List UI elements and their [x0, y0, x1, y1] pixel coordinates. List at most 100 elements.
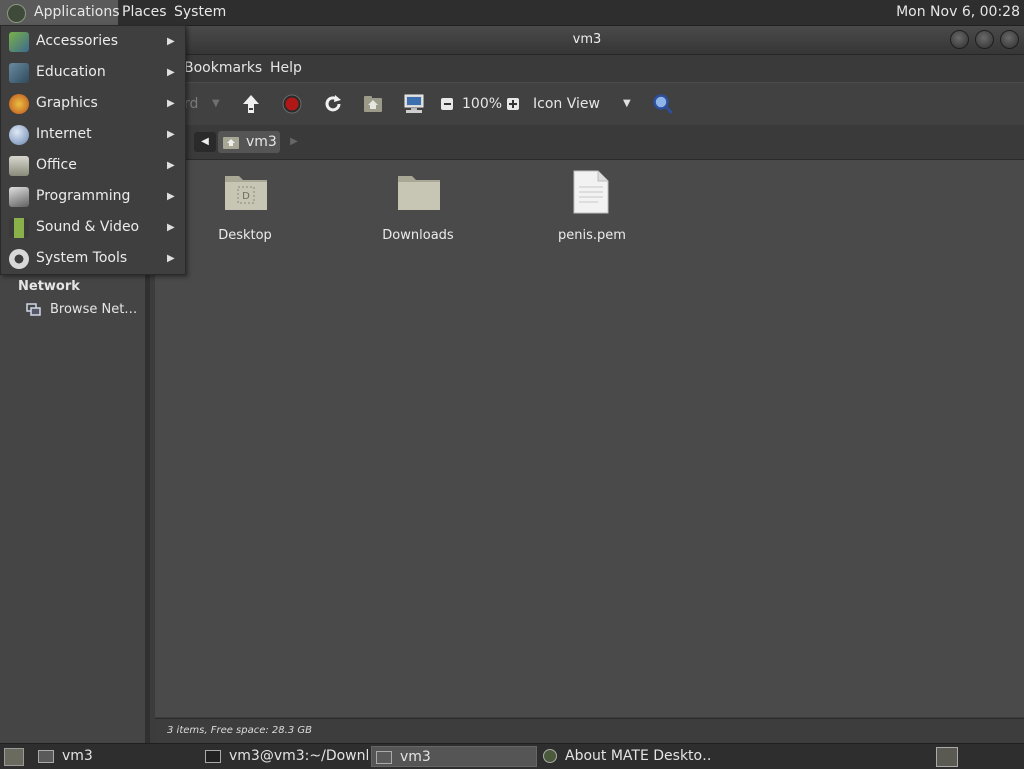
menu-item-programming[interactable]: Programming ▶: [1, 181, 185, 212]
mate-logo-icon: [7, 4, 26, 23]
chevron-left-icon: ◀: [201, 136, 209, 147]
system-tools-icon: [9, 249, 29, 269]
minimize-button[interactable]: [950, 30, 969, 49]
forward-button-label[interactable]: rd: [184, 83, 198, 125]
location-forward-button[interactable]: ▶: [287, 132, 301, 152]
computer-icon: [404, 94, 424, 113]
window-title: vm3: [572, 32, 602, 47]
up-button[interactable]: [238, 83, 264, 125]
clock[interactable]: Mon Nov 6, 00:28: [896, 0, 1020, 25]
computer-button[interactable]: [400, 83, 428, 125]
task-label: vm3@vm3:~/Downl…: [229, 748, 368, 764]
submenu-arrow-icon: ▶: [167, 98, 175, 109]
file-item-downloads[interactable]: Downloads: [358, 170, 478, 260]
submenu-arrow-icon: ▶: [167, 67, 175, 78]
sidebar-item-label: Browse Net…: [50, 302, 138, 317]
home-button[interactable]: [360, 83, 386, 125]
status-text: 3 items, Free space: 28.3 GB: [167, 725, 312, 736]
menu-item-label: Office: [36, 157, 77, 173]
bottom-taskbar: vm3 vm3@vm3:~/Downl… vm3 About MATE Desk…: [0, 743, 1024, 769]
file-icon-view[interactable]: D Desktop Downloads penis.pem: [155, 160, 1024, 717]
office-icon: [9, 156, 29, 176]
up-arrow-icon: [243, 95, 259, 113]
applications-menu[interactable]: Applications: [0, 0, 120, 25]
window-titlebar[interactable]: vm3: [150, 26, 1024, 55]
menu-help[interactable]: Help: [270, 55, 302, 82]
stop-button[interactable]: [279, 83, 305, 125]
show-desktop-icon[interactable]: [4, 748, 24, 766]
location-bar: ◀ vm3 ▶: [150, 125, 1024, 160]
search-button[interactable]: [650, 83, 676, 125]
sidebar-item-browse-network[interactable]: Browse Net…: [26, 299, 144, 321]
top-panel: Applications Places System Mon Nov 6, 00…: [0, 0, 1024, 26]
task-label: About MATE Deskto…: [565, 748, 713, 764]
view-mode-select[interactable]: Icon View ▼: [530, 83, 640, 125]
file-item-penis-pem[interactable]: penis.pem: [532, 170, 652, 260]
status-bar: 3 items, Free space: 28.3 GB: [155, 718, 1024, 743]
menu-item-system-tools[interactable]: System Tools ▶: [1, 243, 185, 274]
submenu-arrow-icon: ▶: [167, 222, 175, 233]
menu-item-internet[interactable]: Internet ▶: [1, 119, 185, 150]
file-name: penis.pem: [558, 228, 626, 243]
submenu-arrow-icon: ▶: [167, 129, 175, 140]
task-about-mate[interactable]: About MATE Deskto…: [543, 746, 713, 767]
menu-item-office[interactable]: Office ▶: [1, 150, 185, 181]
menu-item-label: Education: [36, 64, 106, 80]
maximize-button[interactable]: [975, 30, 994, 49]
submenu-arrow-icon: ▶: [167, 160, 175, 171]
task-terminal[interactable]: vm3@vm3:~/Downl…: [205, 746, 368, 767]
sound-video-icon: [9, 218, 29, 238]
submenu-arrow-icon: ▶: [167, 191, 175, 202]
reload-icon: [325, 95, 341, 112]
menubar: Bookmarks Help: [150, 55, 1024, 82]
chevron-right-icon: ▶: [290, 136, 298, 147]
system-menu[interactable]: System: [168, 0, 232, 25]
graphics-icon: [9, 94, 29, 114]
sidebar-network-header: Network: [18, 279, 80, 294]
location-back-button[interactable]: ◀: [194, 132, 216, 152]
menu-item-sound-video[interactable]: Sound & Video ▶: [1, 212, 185, 243]
zoom-in-icon: [507, 98, 519, 110]
terminal-icon: [205, 749, 221, 763]
forward-dropdown-icon[interactable]: ▼: [212, 83, 220, 125]
applications-dropdown: Accessories ▶ Education ▶ Graphics ▶ Int…: [0, 25, 186, 275]
zoom-level: 100%: [462, 96, 503, 112]
places-menu[interactable]: Places: [116, 0, 173, 25]
desktop-folder-icon: D: [225, 176, 267, 210]
path-button-vm3[interactable]: vm3: [218, 131, 280, 153]
task-label: vm3: [400, 749, 431, 765]
accessories-icon: [9, 32, 29, 52]
zoom-in-button[interactable]: [505, 83, 521, 125]
stop-icon: [282, 94, 302, 114]
menu-item-education[interactable]: Education ▶: [1, 57, 185, 88]
programming-icon: [9, 187, 29, 207]
chevron-down-icon: ▼: [623, 98, 631, 109]
zoom-out-button[interactable]: [439, 83, 455, 125]
menu-item-label: Programming: [36, 188, 131, 204]
menu-item-label: Internet: [36, 126, 92, 142]
submenu-arrow-icon: ▶: [167, 36, 175, 47]
home-folder-icon: [376, 750, 392, 764]
task-vm3-active[interactable]: vm3: [371, 746, 537, 767]
home-folder-icon: [38, 749, 54, 763]
education-icon: [9, 63, 29, 83]
menu-item-graphics[interactable]: Graphics ▶: [1, 88, 185, 119]
workspace-switcher[interactable]: [936, 747, 958, 767]
menu-bookmarks[interactable]: Bookmarks: [184, 55, 262, 82]
task-vm3[interactable]: vm3: [38, 746, 198, 767]
menu-item-accessories[interactable]: Accessories ▶: [1, 26, 185, 57]
reload-button[interactable]: [320, 83, 346, 125]
text-file-icon: [573, 170, 609, 214]
sidebar: Network Browse Net…: [0, 275, 150, 743]
folder-icon: [398, 176, 440, 210]
close-button[interactable]: [1000, 30, 1019, 49]
home-folder-icon: [364, 96, 382, 112]
menu-item-label: System Tools: [36, 250, 128, 266]
search-icon: [653, 94, 674, 115]
file-item-desktop[interactable]: D Desktop: [185, 170, 305, 260]
menu-item-label: Accessories: [36, 33, 119, 49]
zoom-out-icon: [441, 98, 453, 110]
view-mode-label: Icon View: [533, 96, 600, 112]
menu-item-label: Graphics: [36, 95, 98, 111]
svg-text:D: D: [242, 191, 250, 202]
